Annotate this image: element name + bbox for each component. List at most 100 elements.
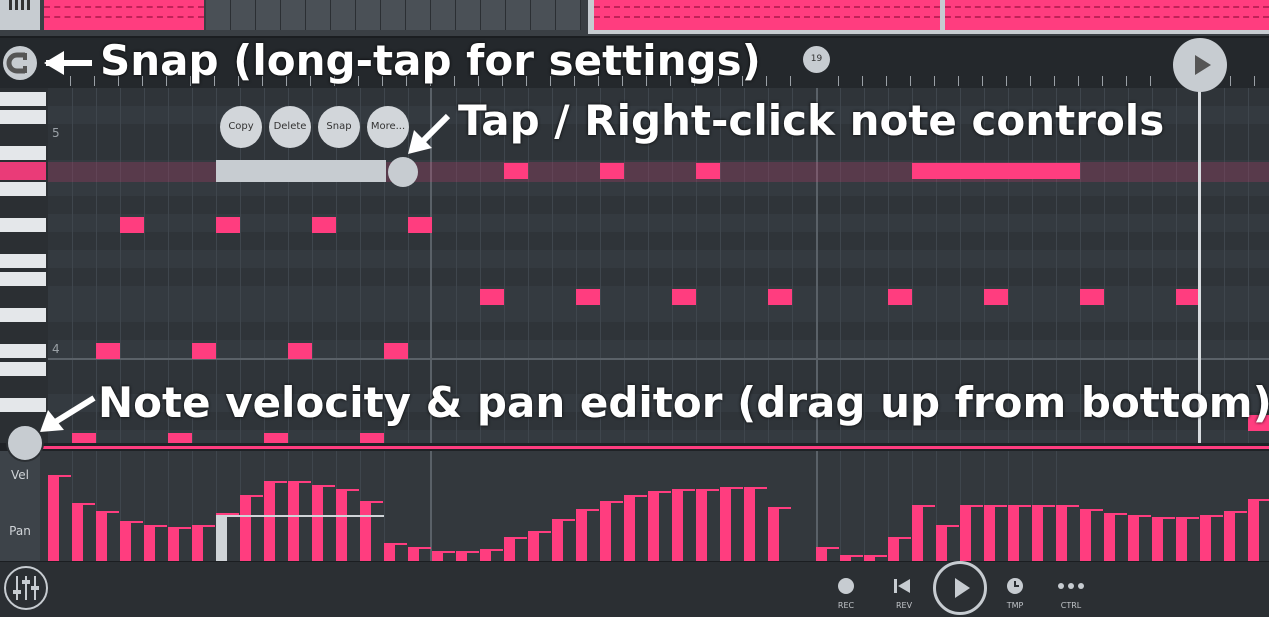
velocity-bar[interactable] [1032,505,1055,561]
pattern-cell[interactable] [256,0,281,30]
velocity-bar[interactable] [288,481,311,561]
pattern-cell[interactable] [281,0,306,30]
note[interactable] [288,343,312,359]
piano-key[interactable] [0,362,46,376]
velocity-bar[interactable] [888,537,911,561]
selected-piano-key[interactable] [0,162,46,180]
snap-note-button[interactable]: Snap [318,106,360,148]
pattern-cell[interactable] [231,0,256,30]
playhead-play-icon[interactable] [1173,38,1227,92]
piano-key[interactable] [0,182,46,196]
note[interactable] [360,433,384,443]
note[interactable] [264,433,288,443]
velocity-bar[interactable] [192,525,215,561]
note[interactable] [480,289,504,305]
note[interactable] [96,343,120,359]
note[interactable] [168,433,192,443]
pattern-cell[interactable] [556,0,581,30]
velocity-bar[interactable] [768,507,791,561]
pan-tab[interactable]: Pan [0,524,40,538]
pattern-cell[interactable] [206,0,231,30]
velocity-bar-selected[interactable] [216,513,239,561]
velocity-bar[interactable] [528,531,551,561]
pattern-menu-button[interactable] [0,0,40,30]
piano-key[interactable] [0,146,46,160]
velocity-bar[interactable] [1080,509,1103,561]
velocity-bar[interactable] [744,487,767,561]
velocity-bar[interactable] [1248,499,1269,561]
velocity-bar[interactable] [1008,505,1031,561]
velocity-bar[interactable] [168,527,191,561]
velocity-bar[interactable] [408,547,431,561]
note[interactable] [696,163,720,179]
velocity-bar[interactable] [144,525,167,561]
velocity-bar[interactable] [240,495,263,561]
pattern-cell[interactable] [406,0,431,30]
piano-key[interactable] [0,254,46,268]
velocity-bar[interactable] [912,505,935,561]
velocity-bar[interactable] [672,489,695,561]
record-button[interactable] [838,578,854,594]
velocity-bar[interactable] [432,551,455,561]
pattern-cell[interactable] [431,0,456,30]
pattern-clip[interactable] [594,0,940,30]
velocity-bar[interactable] [960,505,983,561]
vel-tab[interactable]: Vel [0,468,40,482]
note[interactable] [1176,289,1198,305]
note[interactable] [768,289,792,305]
pattern-clip[interactable] [945,0,1269,30]
note[interactable] [408,217,432,233]
velocity-editor-handle[interactable] [6,424,44,462]
pattern-cell[interactable] [356,0,381,30]
selected-note[interactable] [216,160,386,182]
note[interactable] [1080,289,1104,305]
velocity-bar[interactable] [648,491,671,561]
velocity-bar[interactable] [552,519,575,561]
play-button[interactable] [933,561,987,615]
pattern-cell[interactable] [331,0,356,30]
velocity-bar[interactable] [312,485,335,561]
pattern-strip[interactable] [0,0,1269,36]
velocity-bar[interactable] [360,501,383,561]
note[interactable] [672,289,696,305]
pattern-cell[interactable] [456,0,481,30]
pattern-cell[interactable] [381,0,406,30]
velocity-editor[interactable] [40,451,1269,561]
velocity-bar[interactable] [720,487,743,561]
velocity-bar[interactable] [72,503,95,561]
velocity-bar[interactable] [504,537,527,561]
velocity-bar[interactable] [1176,517,1199,561]
note[interactable] [600,163,624,179]
velocity-bar[interactable] [96,511,119,561]
more-button[interactable]: More... [367,106,409,148]
piano-key[interactable] [0,110,46,124]
piano-key[interactable] [0,344,46,358]
velocity-bar[interactable] [264,481,287,561]
velocity-bar[interactable] [1152,517,1175,561]
delete-button[interactable]: Delete [269,106,311,148]
note[interactable] [216,217,240,233]
rewind-icon[interactable] [890,576,916,596]
velocity-bar[interactable] [624,495,647,561]
pattern-cell[interactable] [531,0,556,30]
velocity-bar[interactable] [984,505,1007,561]
velocity-bar[interactable] [384,543,407,561]
velocity-bar[interactable] [1056,505,1079,561]
velocity-bar[interactable] [456,551,479,561]
note[interactable] [912,163,1080,179]
tempo-clock-icon[interactable] [1005,576,1025,596]
velocity-bar[interactable] [48,475,71,561]
velocity-bar[interactable] [120,521,143,561]
copy-button[interactable]: Copy [220,106,262,148]
bar-number-marker[interactable]: 19 [803,46,830,73]
mixer-button[interactable] [4,566,48,610]
note[interactable] [384,343,408,359]
velocity-bar[interactable] [816,547,839,561]
pattern-clip[interactable] [44,0,204,30]
piano-key[interactable] [0,308,46,322]
piano-key[interactable] [0,218,46,232]
note[interactable] [312,217,336,233]
pattern-cell[interactable] [481,0,506,30]
note[interactable] [192,343,216,359]
velocity-bar[interactable] [336,489,359,561]
